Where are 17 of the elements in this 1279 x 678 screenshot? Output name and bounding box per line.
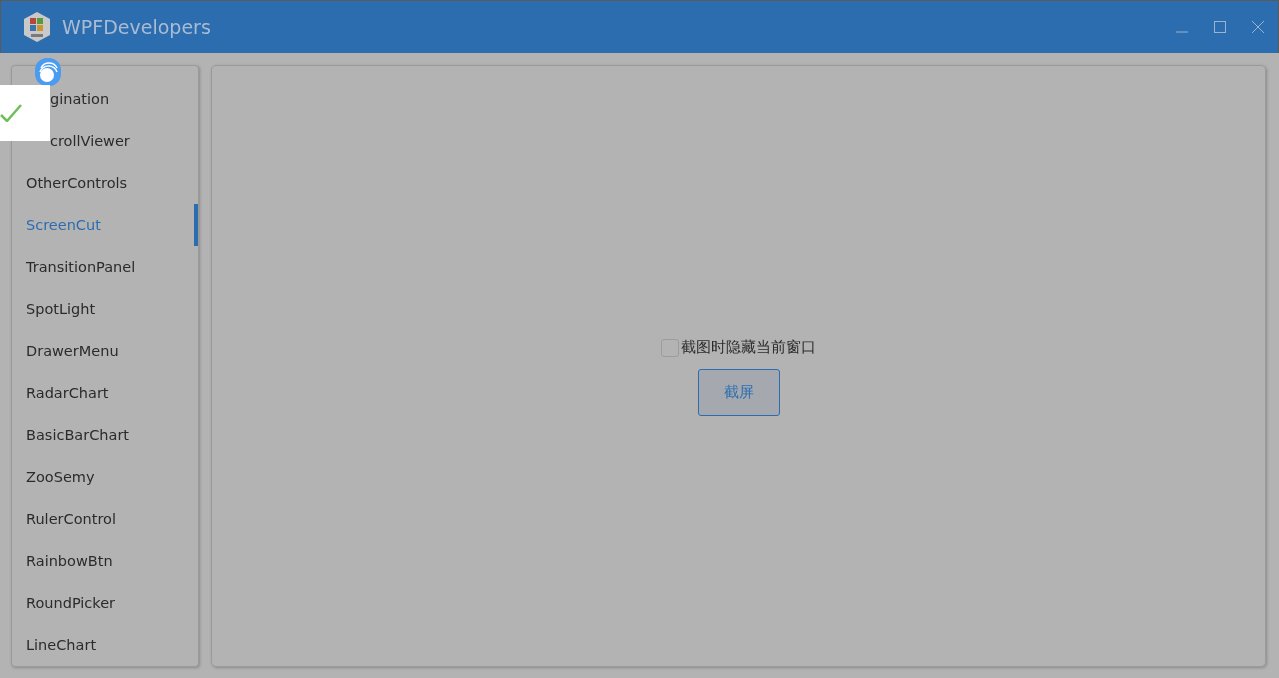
- sidebar-item[interactable]: TransitionPanel: [12, 246, 198, 288]
- sidebar-item[interactable]: SpotLight: [12, 288, 198, 330]
- app-logo-icon: [22, 11, 52, 43]
- hide-window-checkbox[interactable]: 截图时隐藏当前窗口: [661, 338, 816, 357]
- window-title: WPFDevelopers: [62, 16, 211, 38]
- close-icon[interactable]: [1252, 21, 1264, 33]
- sidebar-item[interactable]: RadarChart: [12, 372, 198, 414]
- sidebar-item[interactable]: DrawerMenu: [12, 330, 198, 372]
- sidebar-item[interactable]: LineChart: [12, 624, 198, 666]
- sidebar-item[interactable]: RulerControl: [12, 498, 198, 540]
- sidebar-item[interactable]: ZooSemy: [12, 456, 198, 498]
- sidebar-item[interactable]: RainbowBtn: [12, 540, 198, 582]
- checkmark-icon: [0, 104, 22, 122]
- maximize-icon[interactable]: [1214, 21, 1226, 33]
- sidebar-item[interactable]: RoundPicker: [12, 582, 198, 624]
- sidebar-item[interactable]: BasicBarChart: [12, 414, 198, 456]
- sidebar-item[interactable]: OtherControls: [12, 162, 198, 204]
